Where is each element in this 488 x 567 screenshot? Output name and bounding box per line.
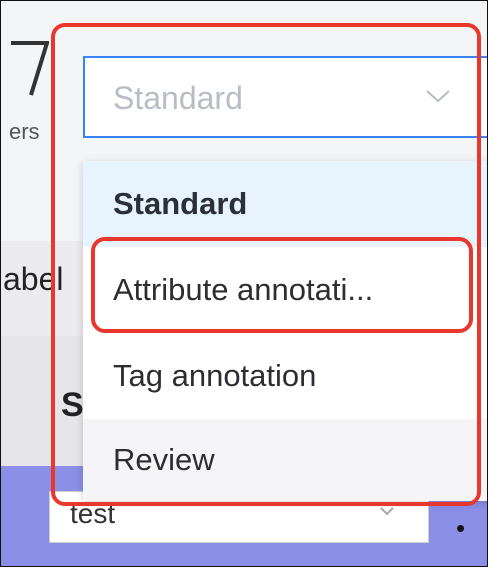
more-dot-icon[interactable]: • — [456, 513, 465, 544]
attribute-annotation-highlight-box — [91, 237, 473, 333]
filters-label-fragment: ers — [9, 119, 40, 144]
funnel-icon[interactable] — [9, 39, 50, 106]
screenshot-frame: ers abel S test • Standard Standard Attr… — [0, 0, 488, 567]
